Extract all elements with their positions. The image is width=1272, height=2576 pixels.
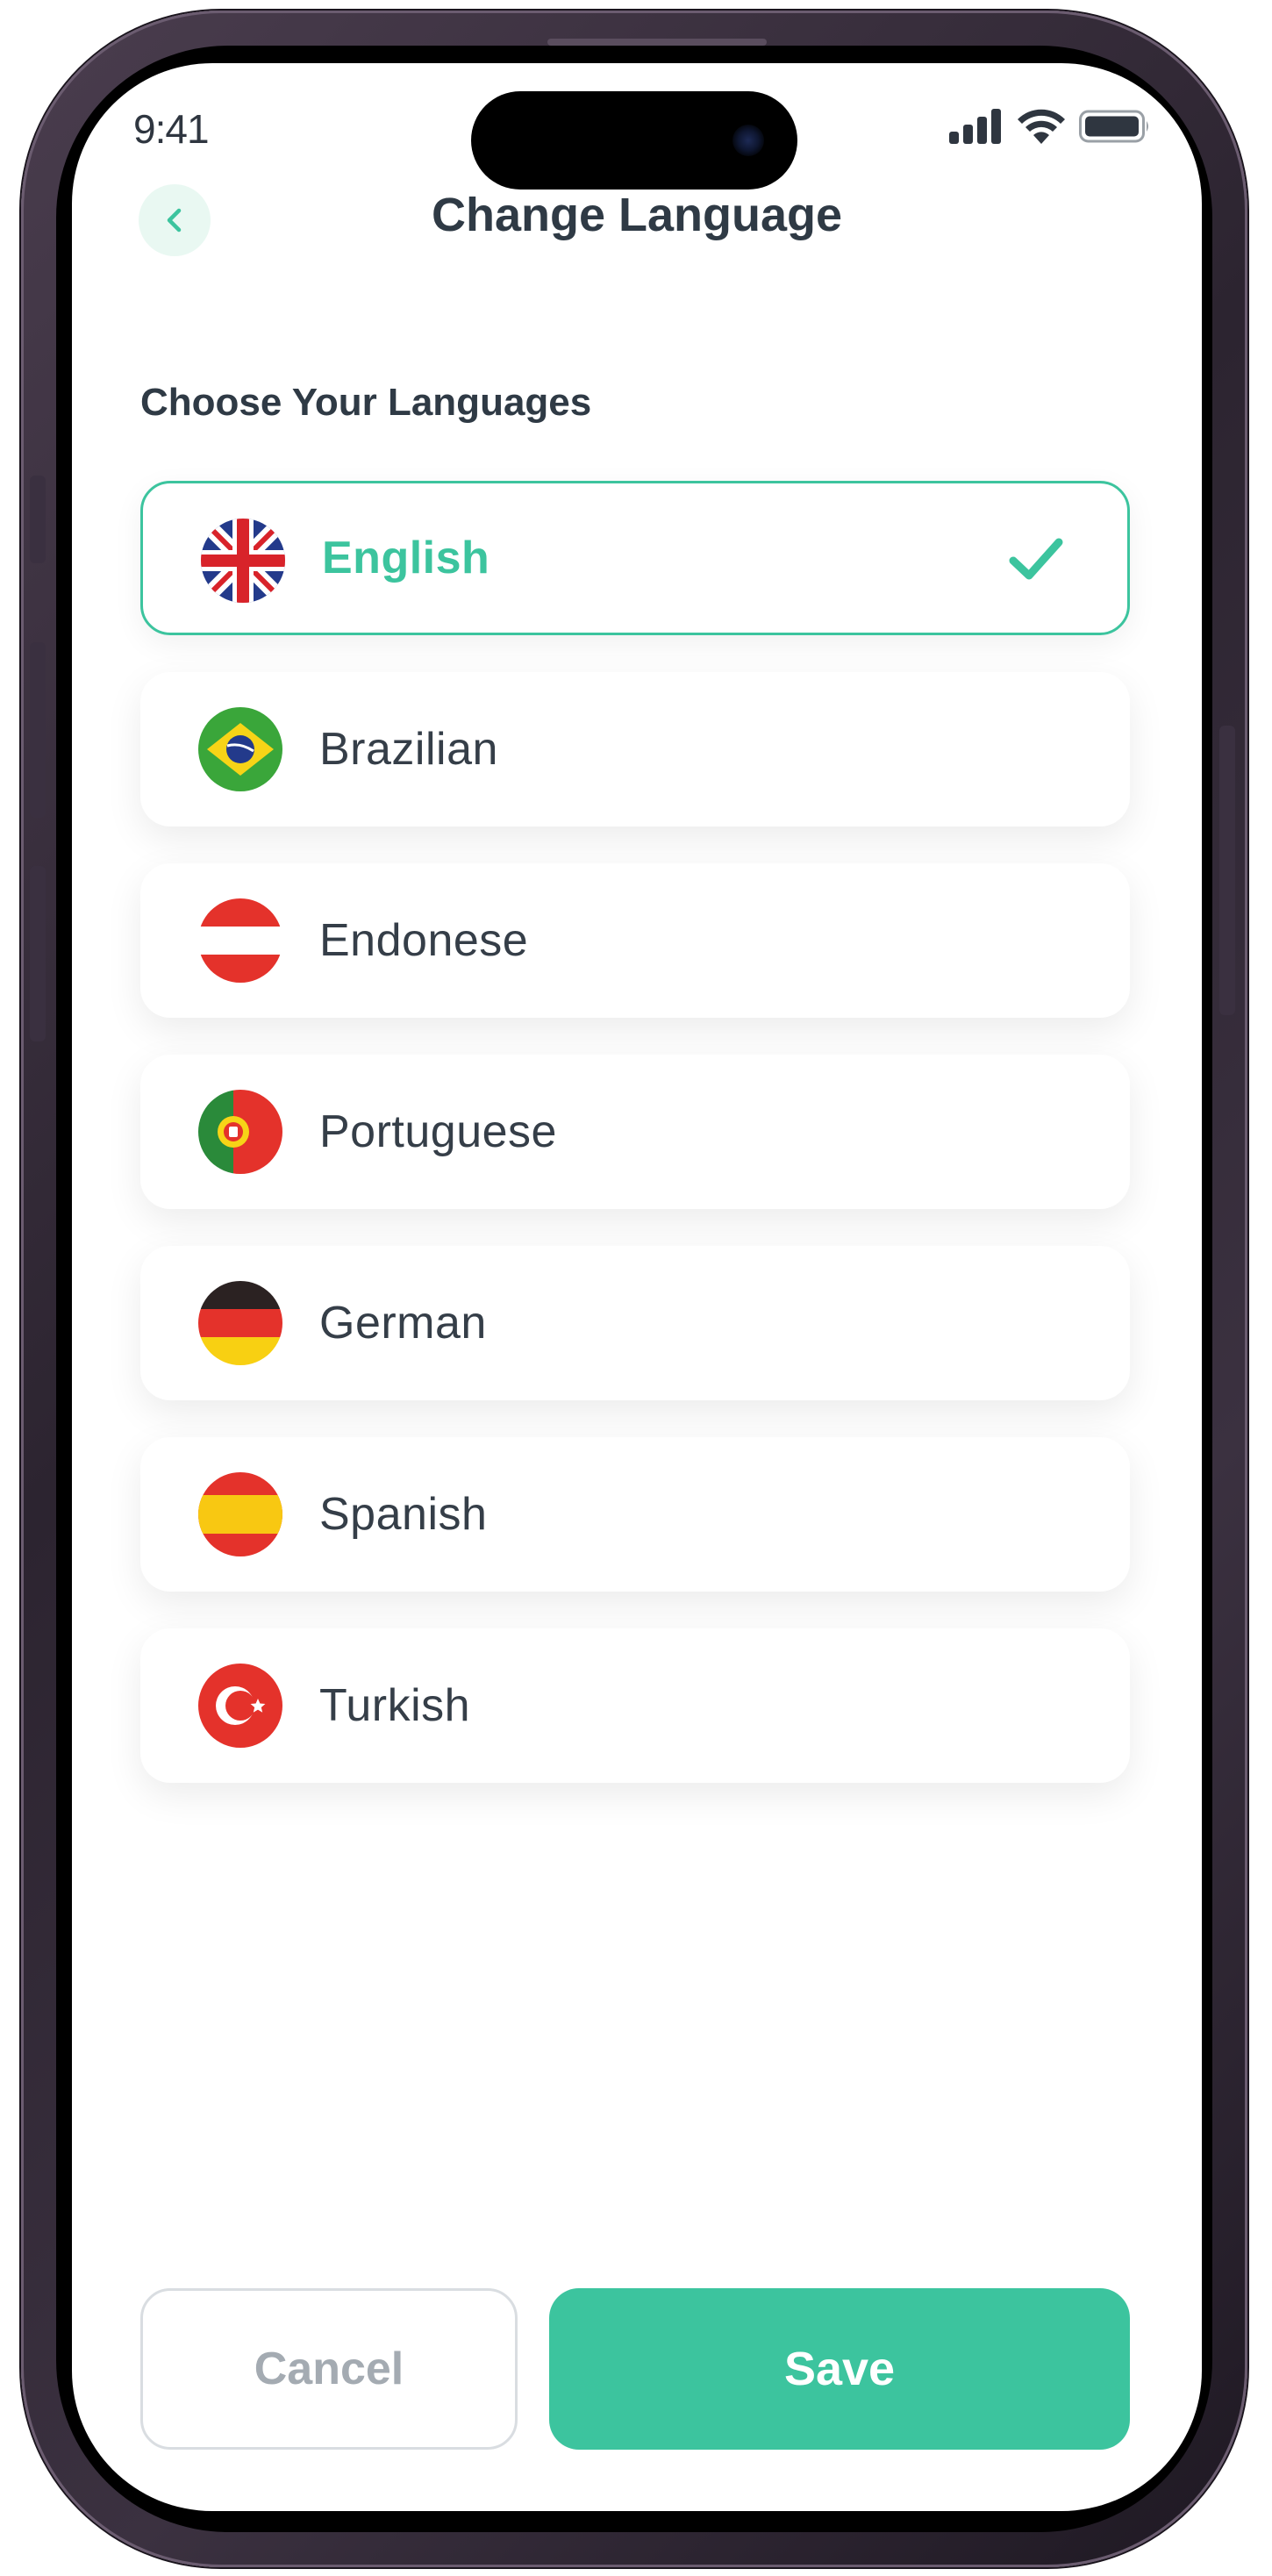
spain-flag-icon	[198, 1472, 282, 1556]
language-option-endonese[interactable]: Endonese	[140, 863, 1130, 1018]
brazil-flag-icon	[198, 707, 282, 791]
language-label: Portuguese	[319, 1106, 557, 1157]
status-icons	[949, 109, 1151, 144]
front-camera-icon	[732, 125, 764, 156]
volume-down-button	[30, 866, 46, 1041]
language-option-brazilian[interactable]: Brazilian	[140, 672, 1130, 826]
language-option-portuguese[interactable]: Portuguese	[140, 1055, 1130, 1209]
power-button	[1219, 726, 1235, 1015]
speaker-slot	[547, 39, 767, 46]
language-option-spanish[interactable]: Spanish	[140, 1437, 1130, 1592]
app-screen: 9:41 Change Language Choose Your Languag…	[72, 63, 1202, 2511]
germany-flag-icon	[198, 1281, 282, 1365]
austria-flag-icon	[198, 898, 282, 983]
check-icon	[1009, 538, 1063, 580]
volume-up-button	[30, 642, 46, 818]
status-time: 9:41	[133, 106, 210, 152]
battery-icon	[1079, 110, 1148, 143]
cancel-button[interactable]: Cancel	[140, 2288, 518, 2450]
language-label: English	[322, 533, 490, 583]
save-button[interactable]: Save	[549, 2288, 1130, 2450]
language-option-german[interactable]: German	[140, 1246, 1130, 1400]
cellular-signal-icon	[949, 109, 1001, 144]
portugal-flag-icon	[198, 1090, 282, 1174]
uk-flag-icon	[201, 519, 285, 603]
language-label: Spanish	[319, 1489, 488, 1540]
turkey-flag-icon	[198, 1664, 282, 1748]
language-label: German	[319, 1298, 487, 1349]
language-label: Turkish	[319, 1680, 471, 1731]
language-label: Brazilian	[319, 724, 498, 775]
action-button	[30, 476, 46, 563]
wifi-icon	[1018, 109, 1065, 144]
section-title: Choose Your Languages	[140, 381, 592, 424]
dynamic-island	[471, 91, 797, 190]
language-option-turkish[interactable]: Turkish	[140, 1628, 1130, 1783]
page-title: Change Language	[431, 189, 843, 241]
language-option-english[interactable]: English	[140, 481, 1130, 635]
language-label: Endonese	[319, 915, 529, 966]
